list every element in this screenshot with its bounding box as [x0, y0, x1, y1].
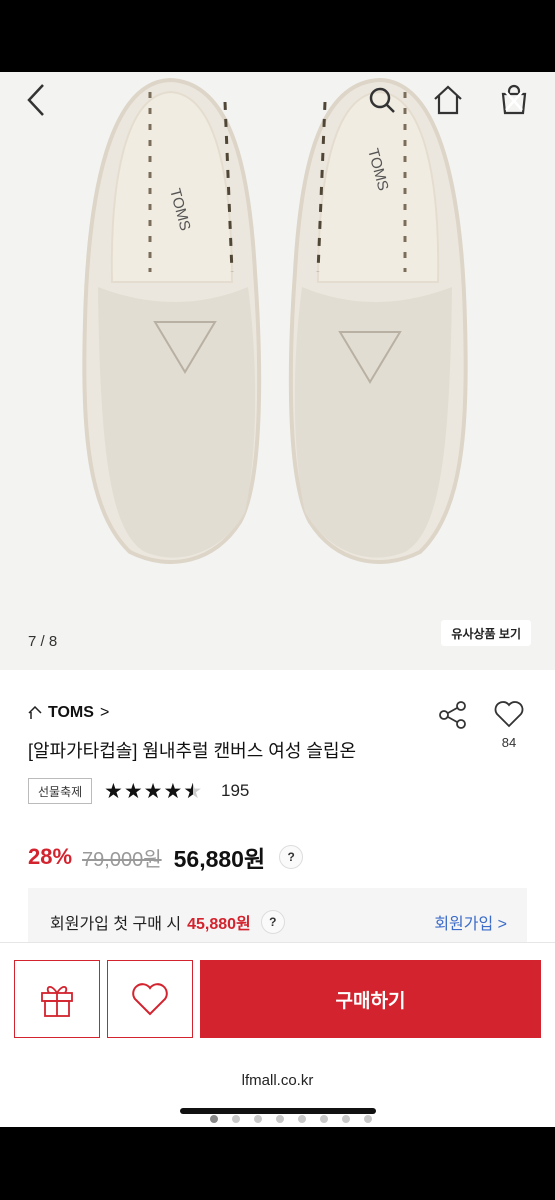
page-dot [364, 1115, 372, 1123]
back-arrow-icon [27, 84, 44, 116]
member-benefit-box: 회원가입 첫 구매 시 45,880원 ? 회원가입 > [28, 888, 527, 948]
search-icon [369, 87, 395, 113]
wishlist-button[interactable] [107, 960, 193, 1038]
like-count: 84 [501, 735, 517, 750]
image-counter: 7 / 8 [28, 633, 58, 650]
original-price: 79,000원 [82, 848, 162, 871]
search-button[interactable] [362, 80, 402, 120]
screen: TOMS TOMS 7 / 8 유사상품 보기 TOMS > [알파가타컵솔] … [0, 0, 555, 1200]
price-info-icon[interactable]: ? [279, 845, 304, 869]
star-icon: ★ [143, 780, 163, 803]
page-dot [254, 1115, 262, 1123]
member-info-icon[interactable]: ? [260, 910, 285, 934]
home-button[interactable] [428, 80, 468, 120]
page-dot [320, 1115, 328, 1123]
cart-button[interactable] [494, 80, 534, 120]
shoes-illustration: TOMS TOMS [82, 77, 468, 564]
member-benefit-label: 회원가입 첫 구매 시 [50, 916, 182, 933]
discount-rate: 28% [28, 844, 73, 869]
half-star-icon: ★★ [183, 780, 203, 803]
like-button[interactable]: 84 [492, 700, 526, 750]
event-tag: 선물축제 [28, 778, 93, 804]
rating-stars: ★ ★ ★ ★ ★★ [104, 779, 202, 804]
page-dot [298, 1115, 306, 1123]
share-icon [439, 701, 466, 729]
home-indicator[interactable] [180, 1108, 376, 1114]
bottom-black-area [0, 1127, 555, 1200]
home-icon [434, 85, 462, 115]
back-button[interactable] [16, 80, 56, 120]
page-dot [232, 1115, 240, 1123]
page-dot [342, 1115, 350, 1123]
member-price: 45,880원 [187, 916, 251, 933]
page-dot [210, 1115, 218, 1123]
page-dot [276, 1115, 284, 1123]
domain-text: lfmall.co.kr [241, 1072, 314, 1089]
page-dots [210, 1115, 372, 1123]
member-benefit-text: 회원가입 첫 구매 시 45,880원 ? [50, 910, 285, 934]
brand-link[interactable]: TOMS > [28, 704, 109, 722]
final-price: 56,880원 [173, 846, 266, 872]
chevron-right-icon: > [99, 704, 110, 721]
share-button[interactable] [438, 700, 468, 730]
star-icon: ★ [104, 780, 123, 803]
cart-icon [501, 84, 527, 115]
buy-button[interactable]: 구매하기 [200, 960, 541, 1038]
status-bar-area [0, 0, 555, 72]
star-icon: ★ [163, 780, 183, 803]
star-icon: ★ [123, 780, 143, 803]
product-title: [알파가타컵솔] 웜내추럴 캔버스 여성 슬립온 [28, 741, 357, 761]
review-count[interactable]: 195 [221, 781, 249, 801]
price-row: 28% 79,000원 56,880원 ? [28, 840, 304, 874]
gift-icon [41, 986, 73, 1017]
heart-icon [494, 701, 524, 728]
similar-products-button[interactable]: 유사상품 보기 [441, 620, 531, 646]
gift-button[interactable] [14, 960, 100, 1038]
heart-icon [132, 983, 168, 1016]
home-icon [28, 706, 42, 719]
brand-name: TOMS [48, 704, 94, 721]
product-image[interactable]: TOMS TOMS [0, 72, 555, 670]
signup-link[interactable]: 회원가입 > [434, 910, 507, 934]
